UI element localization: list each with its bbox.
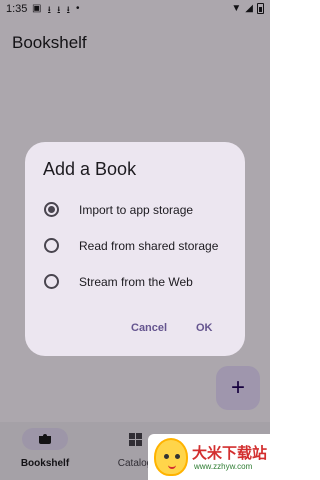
watermark-url: www.zzhyw.com (194, 462, 253, 471)
dialog-title: Add a Book (43, 159, 137, 179)
ok-button[interactable]: OK (196, 322, 213, 334)
radio-selected-icon[interactable] (44, 202, 59, 217)
option-read-from-shared-storage[interactable]: Read from shared storage (25, 233, 245, 259)
option-stream-from-web[interactable]: Stream from the Web (25, 269, 245, 295)
mascot-logo-icon (154, 438, 188, 476)
watermark-badge: 大米下载站 www.zzhyw.com (148, 434, 270, 480)
cancel-button[interactable]: Cancel (131, 322, 167, 334)
option-label: Import to app storage (79, 203, 194, 217)
option-label: Read from shared storage (79, 239, 219, 253)
option-label: Stream from the Web (79, 275, 193, 289)
radio-unselected-icon[interactable] (44, 274, 59, 289)
radio-unselected-icon[interactable] (44, 238, 59, 253)
add-book-dialog: Add a Book Import to app storage Read fr… (25, 142, 245, 356)
watermark-text: 大米下载站 (192, 445, 268, 462)
screen: 1:35 ▣ ⭳ ⭳ ⭳ • ▼ ◢ Bookshelf + Bookshelf (0, 0, 270, 480)
option-import-to-app-storage[interactable]: Import to app storage (25, 197, 245, 223)
